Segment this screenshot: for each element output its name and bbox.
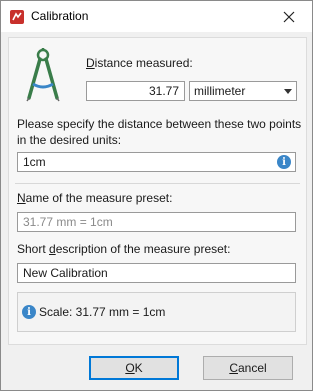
- distance-units-input[interactable]: [17, 152, 296, 172]
- preset-name-input[interactable]: [17, 212, 296, 232]
- distance-measured-label: Distance measured:: [86, 56, 193, 70]
- unit-select[interactable]: millimeter: [189, 81, 297, 101]
- distance-measured-input[interactable]: [86, 81, 185, 101]
- preset-description-input[interactable]: [17, 263, 296, 283]
- close-button[interactable]: [266, 1, 312, 32]
- scale-info-box: i Scale: 31.77 mm = 1cm: [17, 292, 296, 332]
- chevron-down-icon: [284, 89, 292, 94]
- calibration-dialog: Calibration Distance measured: millimete…: [0, 0, 313, 391]
- info-icon[interactable]: i: [277, 155, 291, 169]
- compass-icon: [26, 48, 60, 102]
- scale-text: Scale: 31.77 mm = 1cm: [39, 305, 166, 319]
- content-panel: Distance measured: millimeter Please spe…: [8, 37, 307, 345]
- scale-info-icon: i: [22, 305, 36, 319]
- preset-name-label: Name of the measure preset:: [17, 191, 173, 205]
- window-title: Calibration: [31, 9, 89, 23]
- unit-select-value: millimeter: [194, 84, 246, 98]
- title-bar[interactable]: Calibration: [1, 1, 312, 32]
- ok-button[interactable]: OK: [89, 356, 179, 380]
- divider: [15, 183, 300, 184]
- app-logo-icon: [10, 10, 24, 24]
- close-icon: [283, 11, 295, 22]
- preset-description-label: Short description of the measure preset:: [17, 242, 231, 256]
- cancel-button[interactable]: Cancel: [203, 356, 293, 380]
- specify-distance-label: Please specify the distance between thes…: [17, 117, 302, 147]
